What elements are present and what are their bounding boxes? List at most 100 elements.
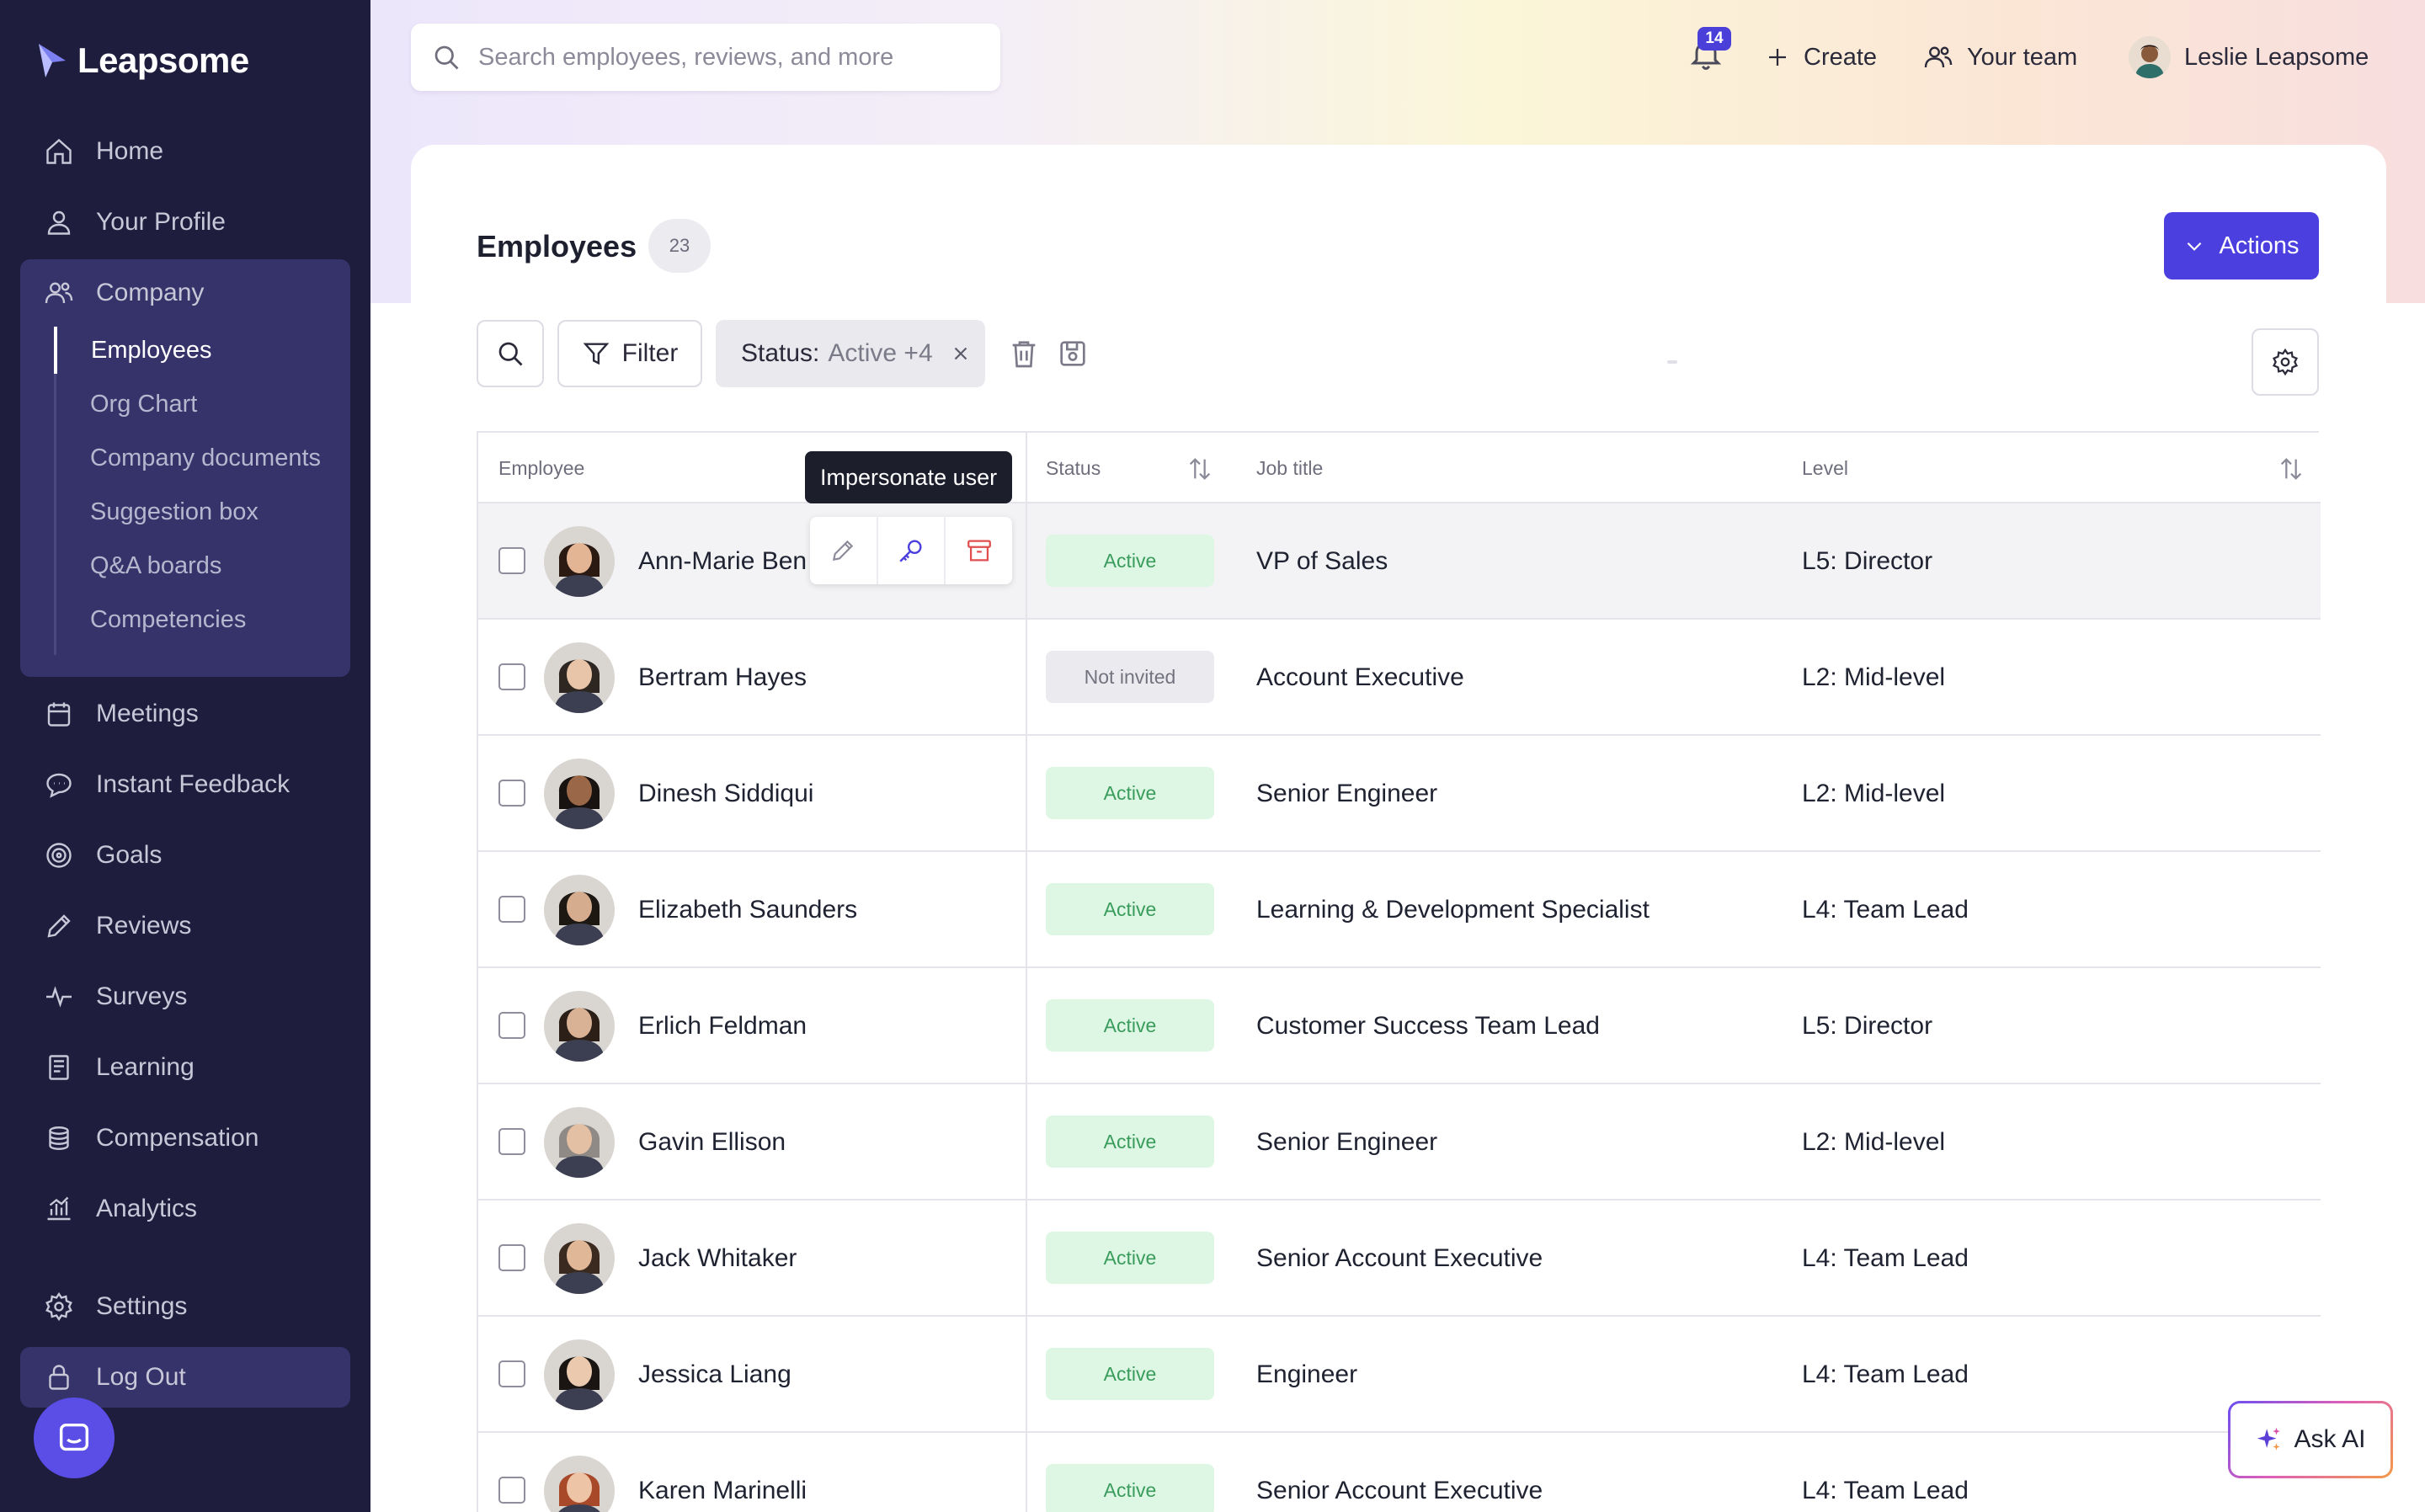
status-filter-value: Active +4 — [828, 339, 933, 367]
sidebar-item-home[interactable]: Home — [20, 121, 350, 182]
actions-button[interactable]: Actions — [2164, 212, 2319, 280]
loading-indicator — [1667, 360, 1677, 364]
sidebar-item-goals[interactable]: Goals — [20, 825, 350, 886]
book-icon — [49, 1055, 69, 1080]
sidebar-item-your-profile[interactable]: Your Profile — [20, 192, 350, 253]
trash-icon[interactable] — [1007, 337, 1041, 370]
filter-label: Filter — [621, 339, 679, 367]
subnav-item-suggestion-box[interactable]: Suggestion box — [56, 488, 343, 535]
table-settings-button[interactable] — [2252, 328, 2319, 396]
archive-button[interactable] — [946, 517, 1012, 584]
target-icon — [46, 843, 72, 868]
impersonate-button[interactable] — [878, 517, 946, 584]
avatar — [544, 1339, 615, 1410]
avatar — [544, 1107, 615, 1178]
table-row[interactable]: Elizabeth Saunders Active Learning & Dev… — [478, 852, 2321, 968]
ask-ai-button[interactable]: Ask AI — [2228, 1401, 2393, 1478]
search-input[interactable] — [478, 43, 967, 72]
user-menu[interactable]: Leslie Leapsome — [2129, 34, 2369, 81]
sidebar-item-reviews[interactable]: Reviews — [20, 896, 350, 956]
employee-name[interactable]: Jack Whitaker — [638, 1201, 797, 1317]
row-checkbox[interactable] — [498, 780, 525, 807]
plus-icon — [1769, 49, 1786, 66]
close-icon[interactable] — [950, 343, 972, 365]
sort-icon[interactable] — [2277, 455, 2305, 483]
table-row[interactable]: Ann-Marie Ben Active VP of Sales L5: Dir… — [478, 503, 2321, 620]
sidebar-item-label: Analytics — [96, 1195, 198, 1222]
status-filter-chip[interactable]: Status: Active +4 — [716, 320, 985, 387]
table-row[interactable]: Dinesh Siddiqui Active Senior Engineer L… — [478, 736, 2321, 852]
avatar — [544, 526, 615, 597]
employee-name[interactable]: Jessica Liang — [638, 1317, 791, 1433]
sidebar-item-analytics[interactable]: Analytics — [20, 1179, 350, 1239]
chat-icon — [46, 773, 72, 798]
job-title: Engineer — [1256, 1360, 1358, 1388]
column-header-job-title[interactable]: Job title — [1256, 433, 1323, 503]
sidebar-item-learning[interactable]: Learning — [20, 1037, 350, 1098]
sidebar-item-meetings[interactable]: Meetings — [20, 684, 350, 744]
sidebar-item-label: Log Out — [96, 1363, 186, 1391]
sidebar-item-surveys[interactable]: Surveys — [20, 966, 350, 1027]
employee-name[interactable]: Karen Marinelli — [638, 1433, 807, 1512]
row-checkbox[interactable] — [498, 547, 525, 574]
sidebar-item-instant-feedback[interactable]: Instant Feedback — [20, 754, 350, 815]
row-checkbox[interactable] — [498, 1360, 525, 1387]
sidebar-item-company[interactable]: Company — [20, 263, 350, 323]
employee-name[interactable]: Ann-Marie Ben — [638, 503, 807, 620]
edit-button[interactable] — [810, 517, 878, 584]
employee-name[interactable]: Dinesh Siddiqui — [638, 736, 813, 852]
employee-name[interactable]: Elizabeth Saunders — [638, 852, 857, 968]
row-checkbox[interactable] — [498, 1477, 525, 1504]
avatar — [544, 642, 615, 713]
row-checkbox[interactable] — [498, 1244, 525, 1271]
table-row[interactable]: Erlich Feldman Active Customer Success T… — [478, 968, 2321, 1084]
subnav-item-company-documents[interactable]: Company documents — [56, 434, 343, 482]
job-title: Senior Engineer — [1256, 780, 1438, 807]
status-badge: Active — [1046, 1232, 1214, 1284]
column-header-level[interactable]: Level — [1802, 433, 1848, 503]
status-badge: Active — [1046, 883, 1214, 935]
column-header-employee[interactable]: Employee — [498, 433, 584, 503]
brand-logo[interactable]: Leapsome — [35, 37, 249, 84]
sidebar-item-compensation[interactable]: Compensation — [20, 1108, 350, 1169]
table-row[interactable]: Karen Marinelli Active Senior Account Ex… — [478, 1433, 2321, 1512]
row-checkbox[interactable] — [498, 1012, 525, 1039]
sidebar-item-label: Settings — [96, 1292, 188, 1320]
key-icon — [899, 540, 922, 562]
table-search-button[interactable] — [477, 320, 544, 387]
employee-name[interactable]: Gavin Ellison — [638, 1084, 786, 1201]
subnav-item-qa-boards[interactable]: Q&A boards — [56, 542, 343, 589]
filter-button[interactable]: Filter — [557, 320, 702, 387]
sidebar: Leapsome Home Your Profile Company Emplo… — [0, 0, 370, 1512]
row-checkbox[interactable] — [498, 896, 525, 923]
column-header-status[interactable]: Status — [1046, 433, 1101, 503]
page-title: Employees — [477, 229, 637, 264]
save-view-icon[interactable] — [1056, 337, 1090, 370]
your-team-button[interactable]: Your team — [1923, 34, 2077, 81]
employees-table: Employee Status Job title Level Ann-Mari… — [477, 431, 2321, 1512]
subnav-item-competencies[interactable]: Competencies — [56, 596, 343, 643]
table-row[interactable]: Jack Whitaker Active Senior Account Exec… — [478, 1201, 2321, 1317]
level: L5: Director — [1802, 1012, 1933, 1040]
table-row[interactable]: Bertram Hayes Not invited Account Execut… — [478, 620, 2321, 736]
company-subnav: Employees Org Chart Company documents Su… — [54, 327, 332, 655]
search-icon — [498, 342, 523, 366]
global-search[interactable] — [411, 24, 1000, 91]
support-chat-button[interactable] — [34, 1398, 115, 1478]
subnav-item-org-chart[interactable]: Org Chart — [56, 381, 343, 428]
avatar — [544, 991, 615, 1062]
employee-name[interactable]: Erlich Feldman — [638, 968, 807, 1084]
sidebar-item-settings[interactable]: Settings — [20, 1276, 350, 1337]
sidebar-item-label: Surveys — [96, 982, 188, 1010]
home-icon — [46, 138, 72, 164]
employee-name[interactable]: Bertram Hayes — [638, 620, 807, 736]
subnav-item-employees[interactable]: Employees — [54, 327, 340, 374]
table-row[interactable]: Jessica Liang Active Engineer L4: Team L… — [478, 1317, 2321, 1433]
create-button[interactable]: Create — [1765, 34, 1877, 81]
row-checkbox[interactable] — [498, 663, 525, 690]
create-label: Create — [1804, 43, 1878, 71]
row-checkbox[interactable] — [498, 1128, 525, 1155]
table-row[interactable]: Gavin Ellison Active Senior Engineer L2:… — [478, 1084, 2321, 1201]
sort-icon[interactable] — [1186, 455, 1214, 483]
job-title: Senior Account Executive — [1256, 1244, 1543, 1272]
